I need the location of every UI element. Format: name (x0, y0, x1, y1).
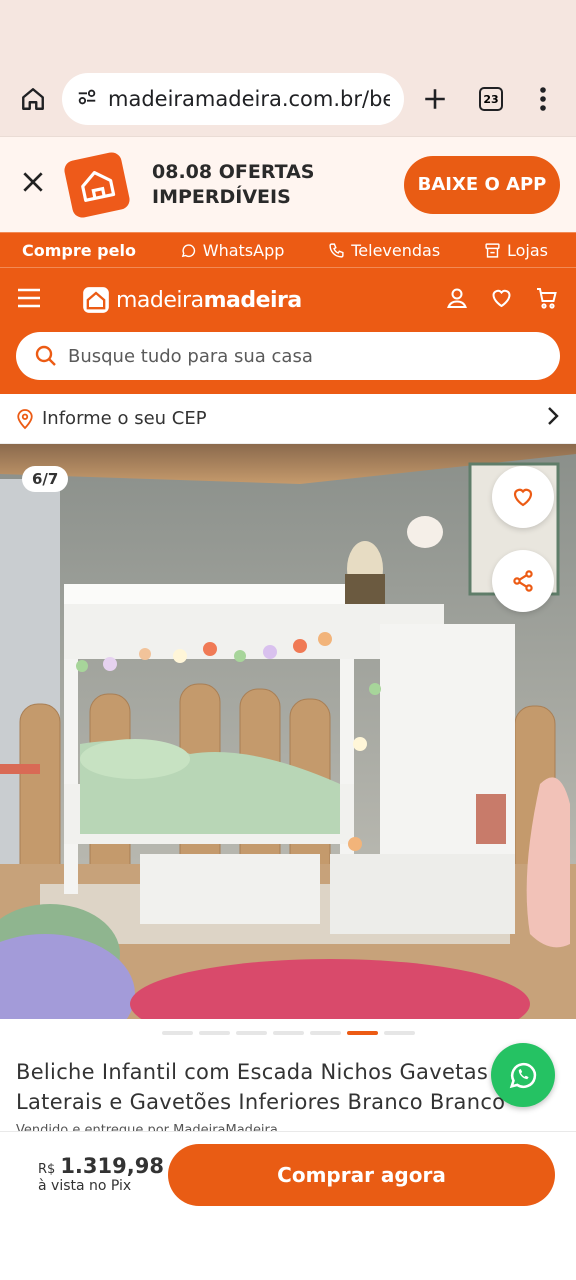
browser-toolbar: madeiramadeira.com.br/be 23 (0, 62, 576, 136)
product-price: 1.319,98 (60, 1154, 164, 1178)
brand-name-light: madeira (116, 287, 204, 313)
share-icon (513, 570, 533, 592)
purchase-bar: R$ 1.319,98 à vista no Pix Comprar agora (0, 1131, 576, 1280)
download-app-button[interactable]: BAIXE O APP (404, 155, 560, 214)
brand-house-icon (83, 287, 109, 313)
favorite-button[interactable] (492, 466, 554, 528)
cep-label: Informe o seu CEP (42, 408, 207, 429)
whatsapp-link[interactable]: WhatsApp (180, 240, 285, 260)
tab-count: 23 (479, 87, 503, 111)
more-menu-icon[interactable] (522, 78, 564, 120)
store-icon (485, 242, 500, 258)
televendas-label: Televendas (351, 240, 441, 260)
contact-lead: Compre pelo (22, 240, 136, 260)
whatsapp-float-button[interactable] (491, 1043, 555, 1107)
site-settings-icon[interactable] (76, 86, 98, 113)
location-pin-icon (17, 408, 33, 429)
search-input[interactable]: Busque tudo para sua casa (16, 332, 560, 380)
pagination-dot-active[interactable] (346, 1031, 378, 1035)
lojas-link[interactable]: Lojas (484, 241, 548, 260)
url-text: madeiramadeira.com.br/be (108, 87, 390, 111)
pagination-dot[interactable] (161, 1031, 193, 1035)
image-counter: 6/7 (22, 466, 69, 492)
tab-switcher-button[interactable]: 23 (470, 78, 512, 120)
whatsapp-icon (509, 1062, 537, 1089)
chevron-right-icon (546, 405, 560, 432)
gallery-pagination (0, 1019, 576, 1047)
home-icon[interactable] (12, 78, 54, 120)
cart-icon[interactable] (534, 286, 560, 315)
user-icon[interactable] (445, 286, 469, 315)
new-tab-icon[interactable] (414, 78, 456, 120)
whatsapp-icon (181, 243, 195, 257)
app-logo-icon (62, 150, 132, 219)
pagination-dot[interactable] (198, 1031, 230, 1035)
status-bar (0, 0, 576, 62)
address-bar[interactable]: madeiramadeira.com.br/be (62, 73, 404, 125)
whatsapp-label: WhatsApp (202, 240, 285, 260)
close-icon[interactable] (20, 169, 46, 200)
search-icon (35, 345, 56, 366)
price-payment-note: à vista no Pix (38, 1178, 132, 1194)
contact-bar: Compre pelo WhatsApp Televendas Lojas (0, 232, 576, 268)
pagination-dot[interactable] (272, 1031, 304, 1035)
brand-logo[interactable]: madeiramadeira (82, 286, 302, 314)
menu-icon[interactable] (16, 287, 42, 314)
cep-selector[interactable]: Informe o seu CEP (0, 394, 576, 444)
site-header: madeiramadeira Busque tudo para sua casa (0, 268, 576, 394)
app-download-banner: 08.08 OFERTAS IMPERDÍVEIS BAIXE O APP (0, 136, 576, 232)
product-photo (0, 444, 576, 1019)
favorites-heart-icon[interactable] (489, 286, 514, 315)
lojas-label: Lojas (506, 240, 548, 260)
buy-now-button[interactable]: Comprar agora (168, 1144, 555, 1206)
pagination-dot[interactable] (309, 1031, 341, 1035)
televendas-link[interactable]: Televendas (328, 241, 440, 260)
product-image-gallery[interactable]: 6/7 (0, 444, 576, 1019)
heart-icon (513, 488, 533, 507)
pagination-dot[interactable] (235, 1031, 267, 1035)
brand-name-bold: madeira (203, 287, 303, 313)
currency-symbol: R$ (38, 1162, 56, 1177)
pagination-dot[interactable] (383, 1031, 415, 1035)
search-placeholder: Busque tudo para sua casa (68, 345, 313, 367)
share-button[interactable] (492, 550, 554, 612)
phone-icon (329, 242, 344, 258)
promo-text: 08.08 OFERTAS IMPERDÍVEIS (152, 160, 315, 208)
product-title: Beliche Infantil com Escada Nichos Gavet… (16, 1060, 506, 1114)
